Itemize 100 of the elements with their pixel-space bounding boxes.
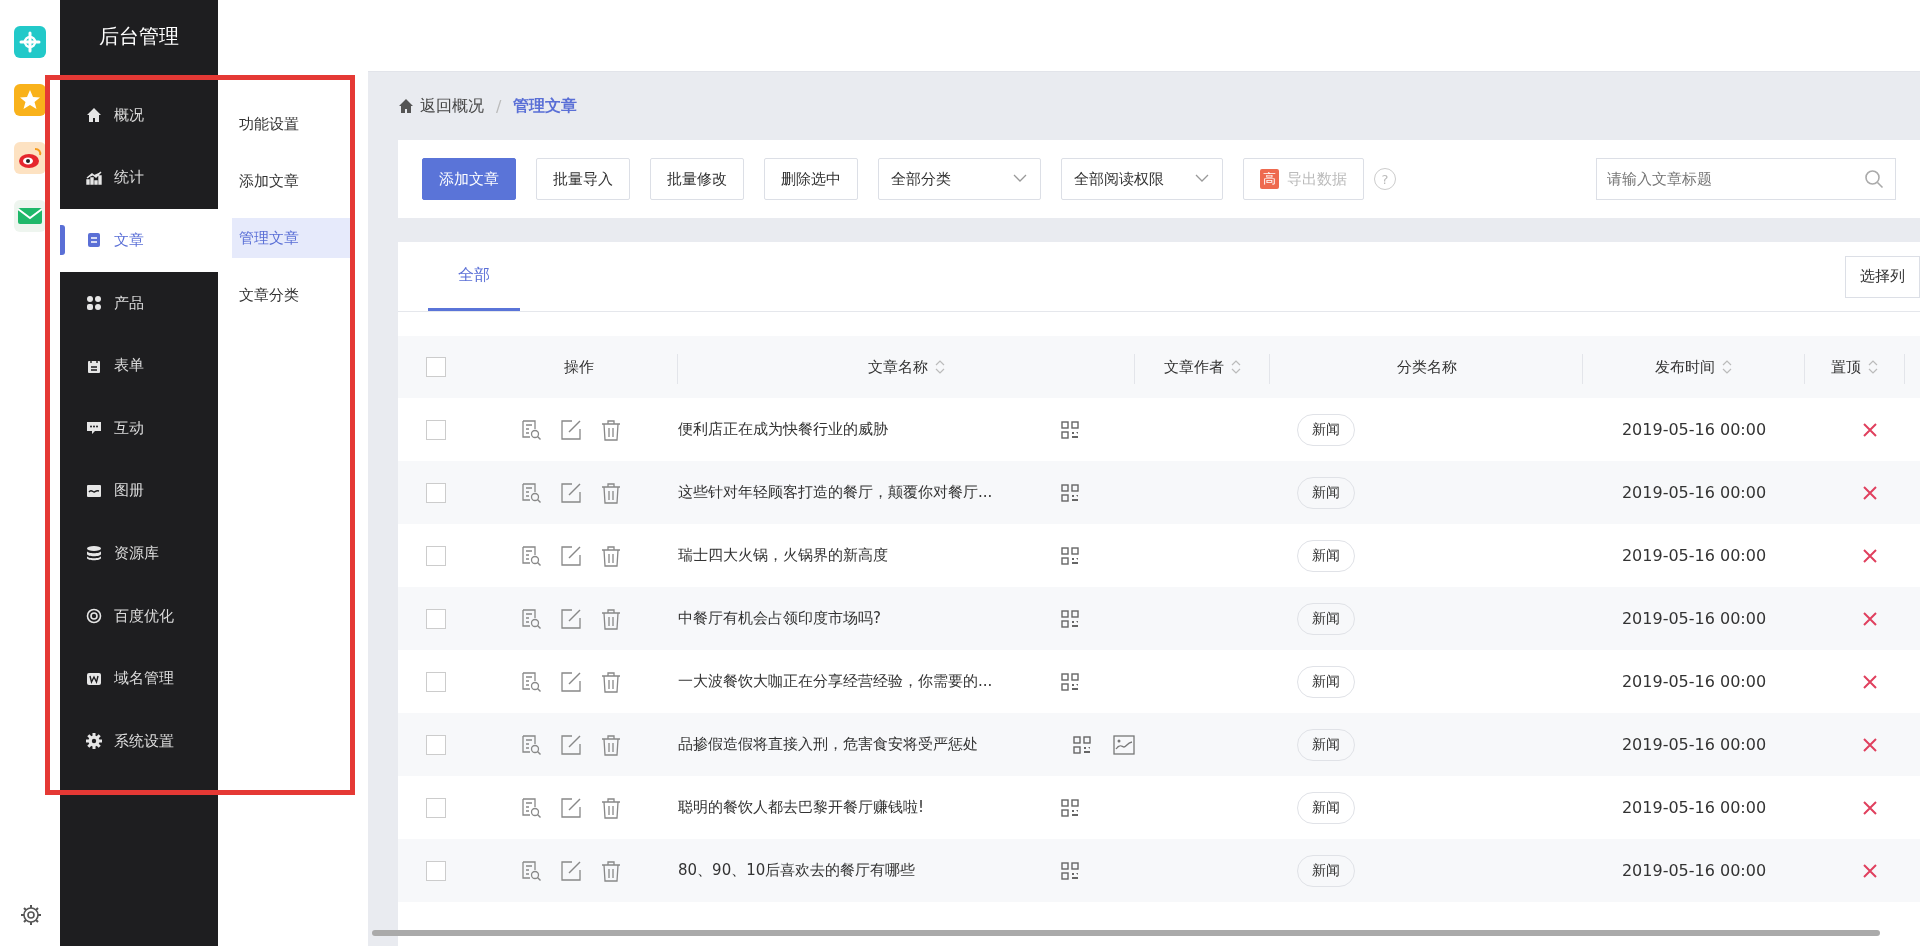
table-cell-text: 2019-05-16 00:00 <box>1620 420 1768 439</box>
target-icon <box>86 608 102 625</box>
delete-icon[interactable] <box>600 859 622 882</box>
breadcrumb-link[interactable]: 管理文章 <box>513 95 578 117</box>
checkbox[interactable] <box>426 357 446 377</box>
checkbox[interactable] <box>426 860 446 881</box>
checkbox[interactable] <box>426 419 446 440</box>
edit-icon[interactable] <box>560 670 582 693</box>
article-title[interactable]: 聪明的餐饮人都去巴黎开餐厅赚钱啦! <box>678 798 1061 817</box>
preview-icon[interactable] <box>520 796 542 819</box>
dropdown[interactable]: 全部分类 <box>878 158 1041 200</box>
column-header: 分类名称 <box>1396 357 1457 377</box>
sort-icon[interactable] <box>933 359 946 375</box>
qr-code-icon[interactable] <box>1061 420 1079 439</box>
article-title[interactable]: 这些针对年轻顾客打造的餐厅，颠覆你对餐厅... <box>678 483 1061 502</box>
table-cell-text: 2019-05-16 00:00 <box>1620 609 1768 628</box>
checkbox[interactable] <box>426 734 446 755</box>
toolbar-button[interactable]: 批量修改 <box>650 158 744 200</box>
cross-icon[interactable] <box>1863 485 1877 500</box>
submenu-item[interactable]: 功能设置 <box>232 104 352 144</box>
delete-icon[interactable] <box>600 481 622 504</box>
toolbar-button[interactable]: 批量导入 <box>536 158 630 200</box>
delete-icon[interactable] <box>600 796 622 819</box>
eye-logo-icon[interactable] <box>14 142 46 174</box>
preview-icon[interactable] <box>520 859 542 882</box>
delete-icon[interactable] <box>600 544 622 567</box>
preview-icon[interactable] <box>520 418 542 441</box>
checkbox[interactable] <box>426 797 446 818</box>
edit-icon[interactable] <box>560 481 582 504</box>
search-icon[interactable] <box>1864 169 1884 189</box>
tab[interactable]: 全部 <box>428 242 520 311</box>
submenu-item[interactable]: 添加文章 <box>232 161 352 201</box>
sort-icon[interactable] <box>1867 359 1879 375</box>
sort-icon[interactable] <box>1721 359 1733 375</box>
column-header: 操作 <box>564 357 594 377</box>
edit-icon[interactable] <box>560 607 582 630</box>
checkbox[interactable] <box>426 545 446 566</box>
breadcrumb-link[interactable]: 返回概况 <box>398 95 484 117</box>
nav-item[interactable]: 文章 <box>60 209 218 272</box>
article-title[interactable]: 80、90、10后喜欢去的餐厅有哪些 <box>678 861 1061 880</box>
cross-icon[interactable] <box>1863 674 1877 689</box>
edit-icon[interactable] <box>560 859 582 882</box>
table-cell-text: 2019-05-16 00:00 <box>1620 798 1768 817</box>
choose-columns-button[interactable]: 选择列 <box>1845 255 1920 298</box>
cross-icon[interactable] <box>1863 863 1877 878</box>
checkbox[interactable] <box>426 608 446 629</box>
checkbox[interactable] <box>426 482 446 503</box>
column-header: 发布时间 <box>1655 357 1715 377</box>
delete-icon[interactable] <box>600 733 622 756</box>
article-title[interactable]: 中餐厅有机会占领印度市场吗? <box>678 609 1061 628</box>
qr-code-icon[interactable] <box>1061 672 1079 691</box>
cross-icon[interactable] <box>1863 422 1877 437</box>
preview-icon[interactable] <box>520 481 542 504</box>
sort-icon[interactable] <box>1229 359 1242 375</box>
qr-code-icon[interactable] <box>1061 609 1079 628</box>
submenu-item[interactable]: 管理文章 <box>232 218 352 258</box>
chart-icon <box>86 169 102 186</box>
scrollbar[interactable] <box>372 930 1880 936</box>
cross-icon[interactable] <box>1863 611 1877 626</box>
qr-code-icon[interactable] <box>1073 735 1091 754</box>
delete-icon[interactable] <box>600 418 622 441</box>
checkbox[interactable] <box>426 671 446 692</box>
delete-icon[interactable] <box>600 670 622 693</box>
cross-icon[interactable] <box>1863 548 1877 563</box>
edit-icon[interactable] <box>560 418 582 441</box>
cross-icon[interactable] <box>1863 737 1877 752</box>
preview-icon[interactable] <box>520 670 542 693</box>
toolbar-button[interactable]: 删除选中 <box>764 158 858 200</box>
app-icon[interactable] <box>14 26 46 58</box>
image-icon[interactable] <box>1113 734 1135 755</box>
preview-icon[interactable] <box>520 544 542 567</box>
preview-icon[interactable] <box>520 733 542 756</box>
article-title[interactable]: 一大波餐饮大咖正在分享经营经验，你需要的... <box>678 672 1061 691</box>
article-title[interactable]: 瑞士四大火锅，火锅界的新高度 <box>678 546 1061 565</box>
submenu-item[interactable]: 文章分类 <box>232 275 352 315</box>
column-header: 置顶 <box>1831 357 1861 377</box>
document-icon <box>86 232 102 249</box>
dropdown[interactable]: 全部阅读权限 <box>1061 158 1223 200</box>
table-cell-text: 2019-05-16 00:00 <box>1620 546 1768 565</box>
add-button[interactable]: 添加文章 <box>422 158 516 200</box>
edit-icon[interactable] <box>560 796 582 819</box>
edit-icon[interactable] <box>560 733 582 756</box>
qr-code-icon[interactable] <box>1061 546 1079 565</box>
qr-code-icon[interactable] <box>1061 798 1079 817</box>
delete-icon[interactable] <box>600 607 622 630</box>
column-header: 文章作者 <box>1163 357 1224 377</box>
chat-icon <box>86 420 102 437</box>
qr-code-icon[interactable] <box>1061 483 1079 502</box>
active-indicator <box>60 225 65 256</box>
article-title[interactable]: 品掺假造假将直接入刑，危害食安将受严惩处 <box>678 735 1073 754</box>
edit-icon[interactable] <box>560 544 582 567</box>
database-icon <box>86 545 102 562</box>
settings-icon[interactable] <box>20 904 42 926</box>
app-title: 后台管理 <box>98 22 180 50</box>
qr-code-icon[interactable] <box>1061 861 1079 880</box>
cross-icon[interactable] <box>1863 800 1877 815</box>
mail-icon[interactable] <box>14 200 46 232</box>
preview-icon[interactable] <box>520 607 542 630</box>
article-title[interactable]: 便利店正在成为快餐行业的威胁 <box>678 420 1061 439</box>
search-field[interactable]: 请输入文章标题 <box>1596 158 1896 200</box>
